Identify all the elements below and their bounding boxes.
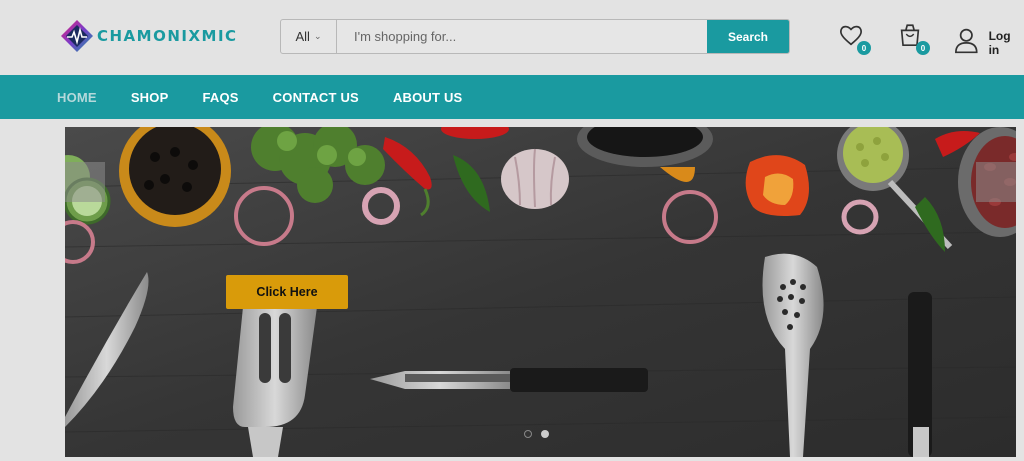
slider-pagination [524,430,549,438]
hero-slider: Click Here [65,127,1016,457]
search-category-select[interactable]: All ⌄ [281,20,337,53]
cart-count-badge: 0 [916,41,930,55]
main-nav: HOME SHOP FAQS CONTACT US ABOUT US [0,75,1024,119]
user-icon [955,28,978,54]
brand-name: CHAMONIXMIC [97,27,238,45]
hero-kitchen-image [65,127,1016,457]
cart-button[interactable]: 0 [897,22,930,55]
slider-dot-1[interactable] [524,430,532,438]
search-category-value: All [295,29,310,44]
slider-dot-2[interactable] [541,430,549,438]
wishlist-count-badge: 0 [857,41,871,55]
login-label: Log in [988,29,1011,57]
nav-item-contact-us[interactable]: CONTACT US [273,90,359,105]
slider-prev-button[interactable] [65,162,105,202]
nav-item-about-us[interactable]: ABOUT US [393,90,463,105]
search-button[interactable]: Search [707,20,789,53]
brand-logo[interactable]: CHAMONIXMIC [60,17,238,55]
chevron-down-icon: ⌄ [313,31,322,41]
site-header: CHAMONIXMIC All ⌄ Search 0 0 Log in [0,0,1024,75]
search-bar: All ⌄ Search [280,19,790,54]
nav-item-shop[interactable]: SHOP [131,90,169,105]
wishlist-button[interactable]: 0 [838,22,871,55]
logo-diamond-icon [61,20,93,52]
search-input[interactable] [337,20,707,53]
nav-item-home[interactable]: HOME [57,90,97,105]
click-here-button[interactable]: Click Here [226,275,348,309]
slider-next-button[interactable] [976,162,1016,202]
nav-item-faqs[interactable]: FAQS [202,90,238,105]
login-link[interactable]: Log in [954,26,1024,57]
